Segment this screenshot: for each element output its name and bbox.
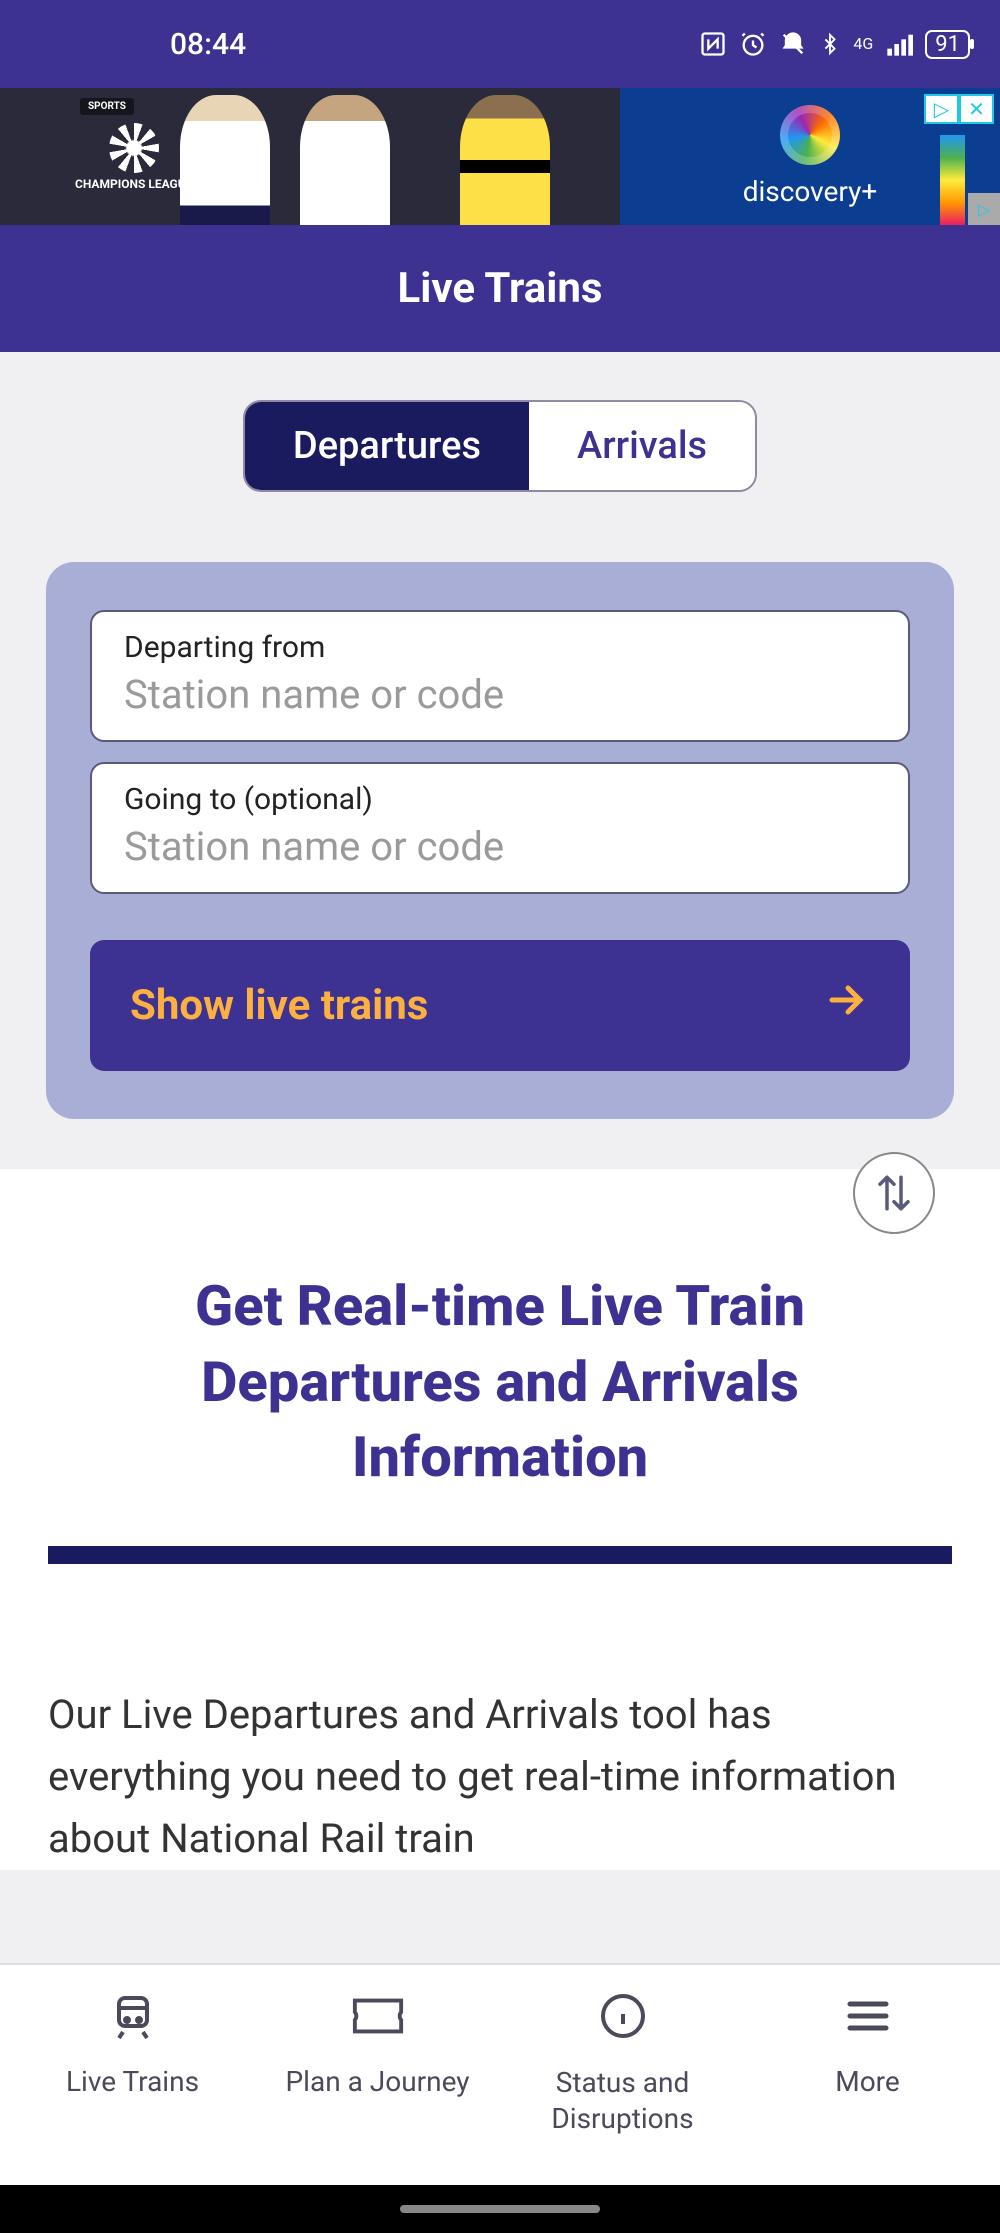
bluetooth-icon xyxy=(819,30,841,58)
bottom-nav: Live Trains Plan a Journey Status and Di… xyxy=(0,1963,1000,2185)
signal-icon xyxy=(885,30,913,58)
battery-icon: 91 xyxy=(925,30,970,59)
status-icons: 4G 91 xyxy=(699,30,970,59)
departing-from-label: Departing from xyxy=(124,630,876,665)
departing-from-field[interactable]: Departing from Station name or code xyxy=(90,610,910,742)
nav-status-disruptions[interactable]: Status and Disruptions xyxy=(500,1989,745,2185)
going-to-label: Going to (optional) xyxy=(124,782,876,817)
nav-more[interactable]: More xyxy=(745,1989,990,2185)
mute-icon xyxy=(779,30,807,58)
content-heading: Get Real-time Live Train Departures and … xyxy=(48,1269,952,1496)
tab-group: Departures Arrivals xyxy=(243,400,757,492)
search-card: Departing from Station name or code Goin… xyxy=(46,562,954,1119)
network-label: 4G xyxy=(853,34,873,53)
going-to-field[interactable]: Going to (optional) Station name or code xyxy=(90,762,910,894)
discovery-logo-icon xyxy=(780,105,840,165)
ad-sports-badge: SPORTS xyxy=(80,98,134,115)
ticket-icon xyxy=(351,1989,405,2043)
tab-arrivals[interactable]: Arrivals xyxy=(529,402,755,490)
ad-banner[interactable]: SPORTS CHAMPIONS LEAGUE discovery+ ▷ ✕ ▷ xyxy=(0,88,1000,225)
train-icon xyxy=(106,1989,160,2043)
alarm-icon xyxy=(739,30,767,58)
swap-stations-button[interactable] xyxy=(853,1152,935,1234)
show-live-trains-button[interactable]: Show live trains xyxy=(90,940,910,1071)
tab-departures[interactable]: Departures xyxy=(245,402,529,490)
home-indicator[interactable] xyxy=(400,2205,600,2213)
going-to-input[interactable]: Station name or code xyxy=(124,823,876,870)
status-time: 08:44 xyxy=(170,27,246,62)
system-nav-bar[interactable] xyxy=(0,2185,1000,2233)
nav-plan-journey[interactable]: Plan a Journey xyxy=(255,1989,500,2185)
nav-live-trains[interactable]: Live Trains xyxy=(10,1989,255,2185)
ad-image: SPORTS CHAMPIONS LEAGUE xyxy=(0,88,620,225)
content-body: Our Live Departures and Arrivals tool ha… xyxy=(48,1684,952,1870)
content-section: Get Real-time Live Train Departures and … xyxy=(0,1169,1000,1870)
departing-from-input[interactable]: Station name or code xyxy=(124,671,876,718)
divider xyxy=(48,1546,952,1564)
rainbow-decoration xyxy=(940,135,965,225)
nfc-icon xyxy=(699,30,727,58)
menu-icon xyxy=(841,1989,895,2043)
swap-icon xyxy=(873,1172,915,1214)
arrow-right-icon xyxy=(822,976,870,1035)
ad-close-icon[interactable]: ✕ xyxy=(959,94,994,124)
ad-caret-icon[interactable]: ▷ xyxy=(968,193,1000,225)
status-bar: 08:44 4G 91 xyxy=(0,0,1000,88)
page-title: Live Trains xyxy=(0,225,1000,352)
ad-info-icon[interactable]: ▷ xyxy=(924,94,959,124)
info-icon xyxy=(596,1989,650,2043)
ucl-logo: CHAMPIONS LEAGUE xyxy=(75,123,192,191)
